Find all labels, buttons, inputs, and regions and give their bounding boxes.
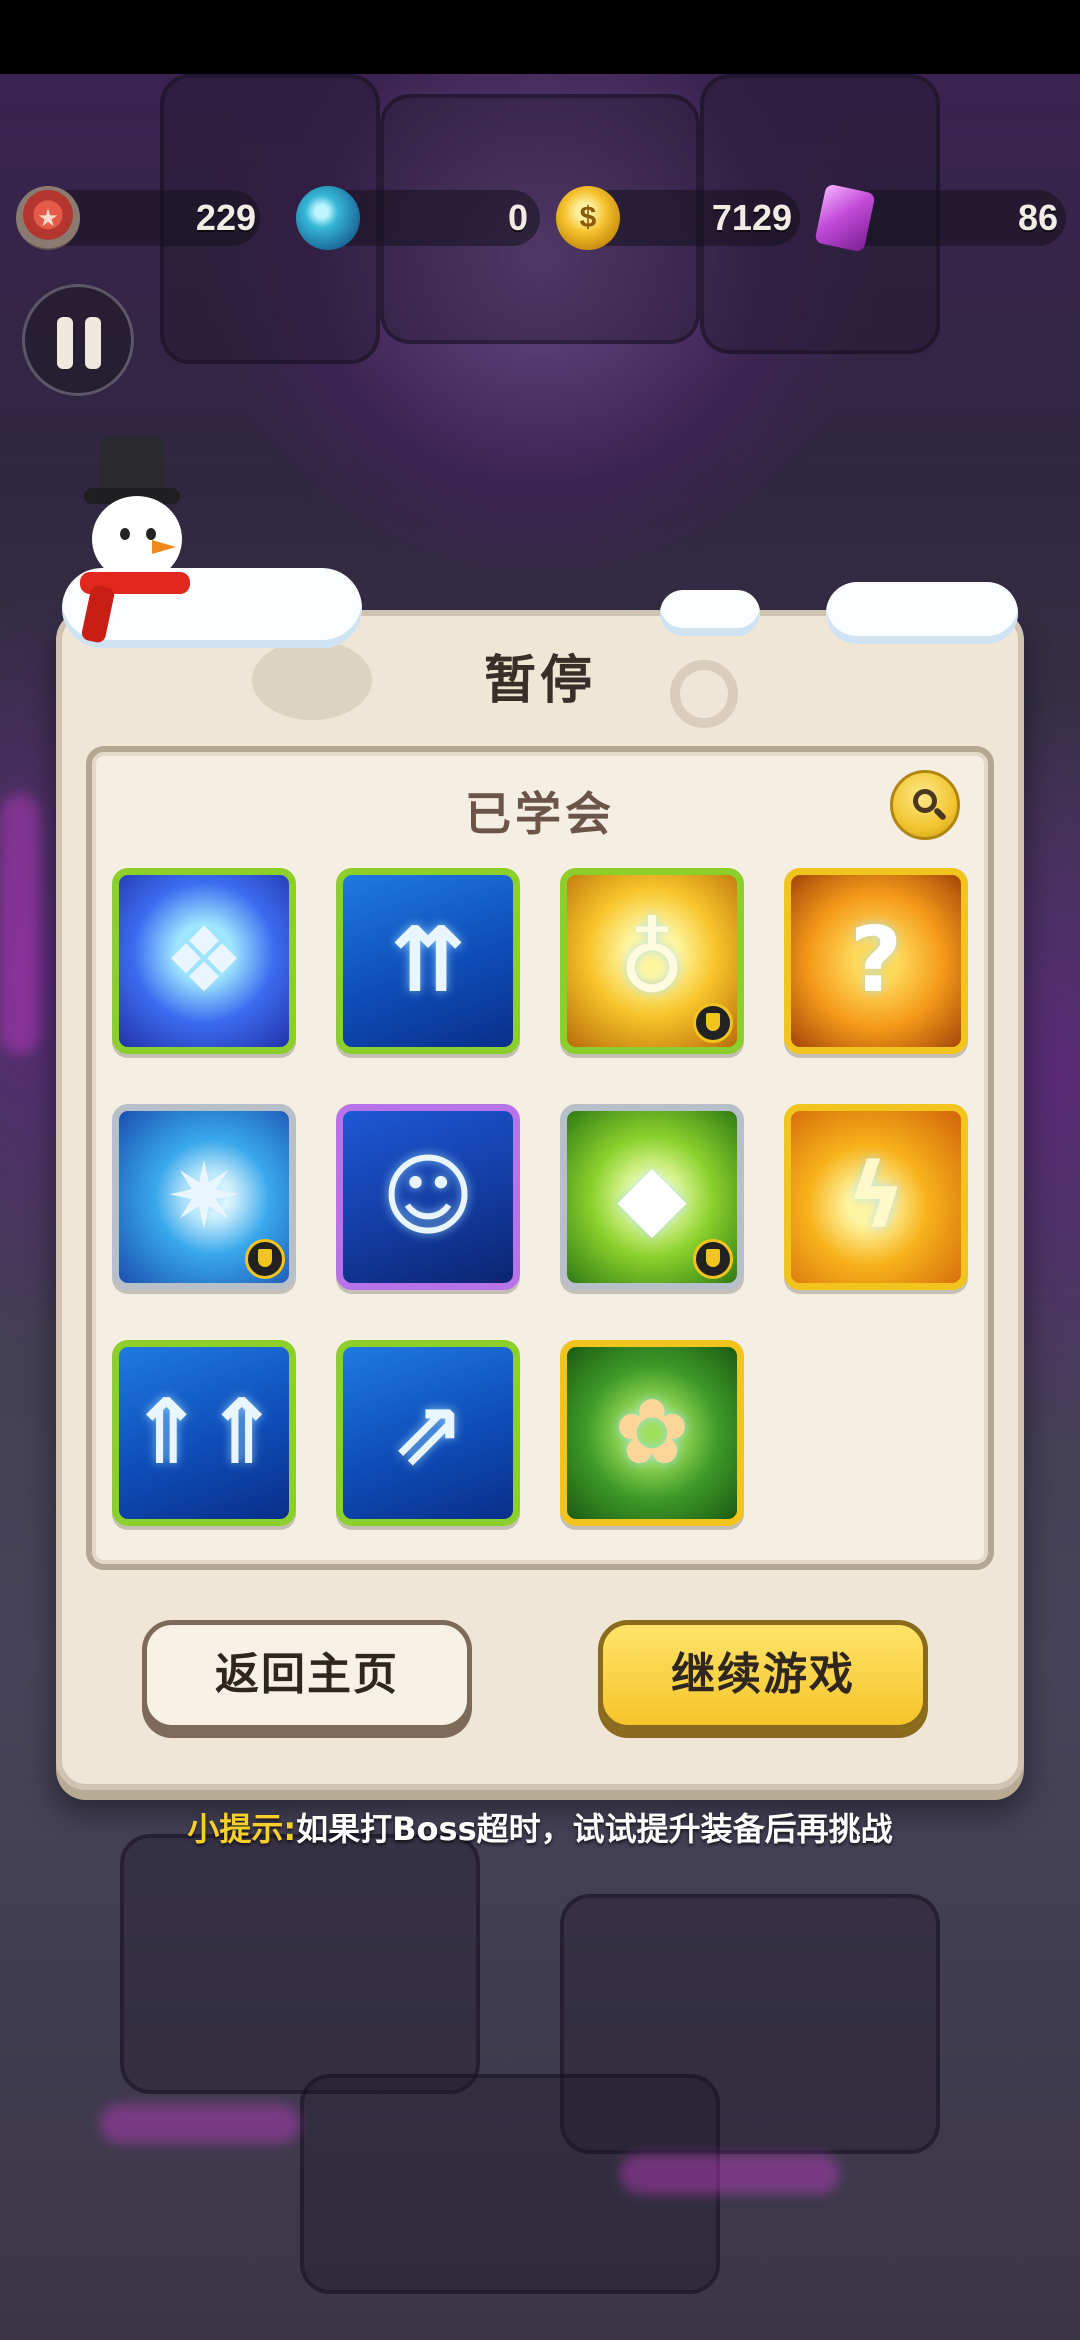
return-home-button[interactable]: 返回主页 — [142, 1620, 472, 1730]
learned-skills-title: 已学会 — [465, 787, 615, 841]
triple-arrow-up-icon: ⇈ — [390, 908, 466, 1013]
floor-crack-glow-1 — [100, 2104, 300, 2144]
shield-badge-icon — [693, 1239, 733, 1279]
shield-badge-icon — [693, 1003, 733, 1043]
diagonal-arrows-icon: ⇗ — [390, 1380, 466, 1485]
orb-icon — [296, 186, 360, 250]
skill-fire-spear[interactable]: ϟ — [784, 1104, 968, 1290]
hint-text: 小提示:如果打Boss超时，试试提升装备后再挑战 — [0, 1804, 1080, 1850]
floor-tile-1 — [120, 1834, 480, 2094]
floor-crack-glow-2 — [620, 2154, 840, 2194]
skill-diagonal-arrows[interactable]: ⇗ — [336, 1340, 520, 1526]
medal-count: 229 — [195, 197, 256, 238]
skill-demon-spirit[interactable]: ☺ — [336, 1104, 520, 1290]
coin-icon — [556, 186, 620, 250]
coin-count: 7129 — [711, 197, 792, 238]
continue-game-button[interactable]: 继续游戏 — [598, 1620, 928, 1730]
skill-triple-arrow-up[interactable]: ⇈ — [336, 868, 520, 1054]
skill-double-arrow-up[interactable]: ⇑⇑ — [112, 1340, 296, 1526]
medal-icon — [16, 186, 80, 250]
orb-count: 0 — [507, 197, 528, 238]
wall-glow-left — [0, 794, 40, 1054]
shield-badge-icon — [245, 1239, 285, 1279]
fire-spear-icon: ϟ — [846, 1144, 906, 1249]
search-button[interactable] — [890, 770, 960, 840]
hint-message: 如果打Boss超时，试试提升装备后再挑战 — [296, 1810, 893, 1848]
pause-bar-left — [57, 317, 73, 369]
skill-mystery-hammer[interactable]: ? — [784, 868, 968, 1054]
skill-angel-bubble[interactable]: ♁ — [560, 868, 744, 1054]
demon-spirit-icon: ☺ — [381, 1144, 475, 1249]
gem-count: 86 — [1017, 197, 1058, 238]
snow-cap — [826, 582, 1018, 644]
ice-cube-icon: ❖ — [163, 908, 245, 1013]
vine-monster-icon: ✿ — [614, 1380, 690, 1485]
hammer-question-icon: ? — [849, 908, 903, 1013]
skill-frost-star[interactable]: ✷ — [112, 1104, 296, 1290]
pause-button[interactable] — [22, 284, 134, 396]
dialog-title: 暂停 — [483, 651, 596, 711]
hint-label: 小提示: — [187, 1810, 297, 1848]
skill-ice-crystal[interactable]: ❖ — [112, 868, 296, 1054]
double-arrow-up-icon: ⇑⇑ — [128, 1380, 280, 1485]
snow-cap — [660, 590, 760, 636]
snowman-decoration — [56, 436, 226, 656]
skill-lightning-gem[interactable]: ◆ — [560, 1104, 744, 1290]
skill-vine-monster[interactable]: ✿ — [560, 1340, 744, 1526]
pause-bar-right — [85, 317, 101, 369]
